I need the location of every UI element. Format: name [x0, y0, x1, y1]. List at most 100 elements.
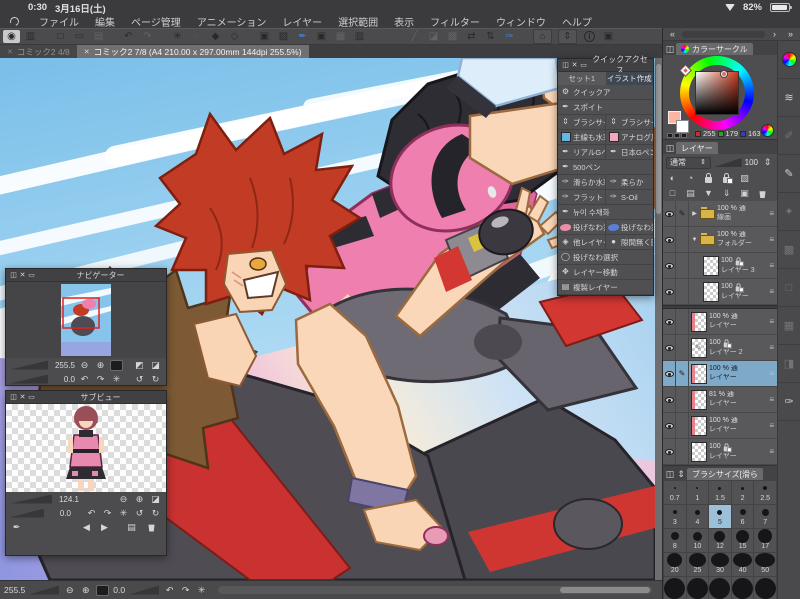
dock-collapse-icon[interactable]: «: [666, 28, 679, 40]
layer-target-column[interactable]: [676, 253, 689, 278]
zoom-out-icon[interactable]: ⊖: [78, 359, 91, 371]
layer-menu-icon[interactable]: ≡: [769, 447, 774, 456]
opacity-stepper-icon[interactable]: ⇕: [761, 157, 774, 169]
close-icon[interactable]: ✕: [18, 271, 27, 280]
layer-target-column[interactable]: [676, 439, 689, 464]
quick-access-item[interactable]: ✥ レイヤー移動: [558, 265, 653, 279]
menu-item[interactable]: ページ管理: [123, 14, 189, 29]
clip-mask-icon[interactable]: ◔: [684, 173, 697, 185]
sv-marker[interactable]: [721, 71, 727, 77]
layer-camera-icon[interactable]: ▣: [738, 188, 751, 200]
quick-access-item[interactable]: ✑ S-Oil: [605, 190, 653, 204]
close-icon[interactable]: ✕: [570, 61, 579, 70]
palette-tab-layer-property[interactable]: ◨: [778, 345, 800, 383]
layer-row[interactable]: ✎ ▶ 100 % 通線画 ≡: [663, 201, 777, 227]
brush-size-cell[interactable]: 3: [664, 505, 686, 528]
quick-access-item[interactable]: 投げなわ塗り: [558, 220, 605, 234]
brush-size-cell[interactable]: 5: [709, 505, 731, 528]
quick-access-tab[interactable]: イラスト作成: [605, 72, 653, 85]
subview-title-bar[interactable]: ◫ ✕ ▭ サブビュー: [6, 391, 166, 404]
collapse-icon[interactable]: ▭: [27, 271, 36, 280]
quick-access-item[interactable]: ⇕ ブラシサイズ: [605, 115, 653, 129]
flip-horizontal-button[interactable]: ⇄: [463, 30, 480, 43]
palette-tab-brush-size[interactable]: ✑: [778, 383, 800, 421]
new-layer-icon[interactable]: □: [666, 188, 679, 200]
layer-target-column[interactable]: ✎: [676, 201, 689, 226]
quick-access-item[interactable]: 主線も水彩も: [558, 130, 605, 144]
layer-visibility-toggle[interactable]: [663, 309, 676, 334]
canvas-rotate-slider[interactable]: [129, 585, 160, 595]
rotate-right-icon[interactable]: ↷: [101, 507, 114, 519]
rotate-cw-icon[interactable]: ↻: [149, 507, 162, 519]
brush-size-cell[interactable]: [709, 577, 731, 599]
undo-button[interactable]: ↶: [120, 30, 137, 43]
redo-button[interactable]: ↷: [139, 30, 156, 43]
layer-row[interactable]: 100 % 通レイヤー ≡: [663, 413, 777, 439]
fit-view-button[interactable]: [96, 584, 110, 596]
layer-menu-icon[interactable]: ≡: [769, 343, 774, 352]
lock-alpha-icon[interactable]: [720, 173, 733, 185]
quick-access-tab[interactable]: セット1: [558, 72, 606, 85]
collapse-icon[interactable]: ▭: [579, 61, 588, 70]
mask-view-button[interactable]: ◪: [425, 30, 442, 43]
window-menu-icon[interactable]: ◫: [9, 393, 18, 402]
next-icon[interactable]: ▶: [98, 521, 111, 533]
duplicate-window-button[interactable]: ▣: [600, 30, 617, 43]
brush-size-cell[interactable]: [731, 577, 754, 599]
color-mode-chips[interactable]: [667, 133, 687, 138]
menu-item[interactable]: 編集: [87, 14, 123, 29]
brush-size-cell[interactable]: 50: [754, 553, 776, 576]
menu-item[interactable]: ファイル: [31, 14, 87, 29]
layer-visibility-toggle[interactable]: [663, 253, 676, 278]
tab-layers[interactable]: レイヤー: [676, 142, 718, 154]
palette-tab-canvas-frame[interactable]: □: [778, 269, 800, 307]
window-panel-b-button[interactable]: ▨: [275, 30, 292, 43]
menu-item[interactable]: レイヤー: [274, 14, 330, 29]
color-wheel-toggle-icon[interactable]: [761, 124, 774, 137]
brush-size-cell[interactable]: [686, 577, 709, 599]
dock-drag-handle[interactable]: [682, 30, 765, 38]
reset-rotation-icon[interactable]: ✳: [110, 373, 123, 385]
layer-thumbnail[interactable]: [691, 441, 707, 462]
quick-brush-button[interactable]: ✑: [501, 30, 518, 43]
close-tab-icon[interactable]: ✕: [7, 48, 13, 56]
layer-menu-icon[interactable]: ≡: [769, 235, 774, 244]
rotate-left-icon[interactable]: ↶: [78, 373, 91, 385]
navigator-zoom-slider[interactable]: [10, 360, 48, 370]
layer-row[interactable]: 100 % 通レイヤー ≡: [663, 309, 777, 335]
brush-size-cell[interactable]: 6: [731, 505, 754, 528]
new-canvas-button[interactable]: □: [52, 30, 69, 43]
layer-row[interactable]: 100 レイヤー ≡: [663, 439, 777, 465]
brush-size-cell[interactable]: 1: [686, 481, 709, 504]
layer-thumbnail[interactable]: [691, 311, 707, 332]
layer-visibility-toggle[interactable]: [663, 227, 676, 252]
panel-grip-icon[interactable]: ◫: [665, 142, 675, 154]
palette-tab-color-wheel[interactable]: [778, 41, 800, 79]
quick-access-item[interactable]: ✒ リアルGペン: [558, 145, 605, 159]
light-table-icon[interactable]: ▨: [738, 173, 751, 185]
layer-thumbnail[interactable]: [691, 337, 707, 358]
rotate-ccw-icon[interactable]: ↺: [133, 507, 146, 519]
reset-rotation-icon[interactable]: ✳: [195, 584, 208, 596]
window-menu-icon[interactable]: ◫: [9, 271, 18, 280]
navigator-rotate-slider[interactable]: [10, 374, 48, 384]
brush-size-cell[interactable]: 10: [686, 529, 709, 552]
document-tab[interactable]: ✕ コミック2 7/8 (A4 210.00 x 297.00mm 144dpi …: [76, 45, 309, 58]
layer-row[interactable]: 81 % 通レイヤー ≡: [663, 387, 777, 413]
canvas-vertical-scrollbar[interactable]: [655, 58, 662, 580]
brush-size-cell[interactable]: 2: [731, 481, 754, 504]
quick-access-item[interactable]: ⚙ クイックア: [558, 85, 653, 99]
layer-row[interactable]: 100 レイヤー 2 ≡: [663, 335, 777, 361]
eyedropper-icon[interactable]: ✒: [10, 521, 23, 533]
navigator-title-bar[interactable]: ◫ ✕ ▭ ナビゲーター: [6, 269, 166, 282]
layer-row[interactable]: ▼ 100 % 通フォルダー ≡: [663, 227, 777, 253]
open-file-button[interactable]: ▭: [71, 30, 88, 43]
window-panel-a-button[interactable]: ▣: [256, 30, 273, 43]
menu-item[interactable]: 選択範囲: [330, 14, 386, 29]
menu-item[interactable]: フィルター: [422, 14, 488, 29]
brush-size-cell[interactable]: [664, 577, 686, 599]
palette-tab-color-mixing[interactable]: ✐: [778, 117, 800, 155]
layer-target-column[interactable]: [676, 279, 689, 304]
snap-grid-button[interactable]: ◆: [207, 30, 224, 43]
panel-stepper-icon[interactable]: ⇕: [676, 468, 686, 480]
